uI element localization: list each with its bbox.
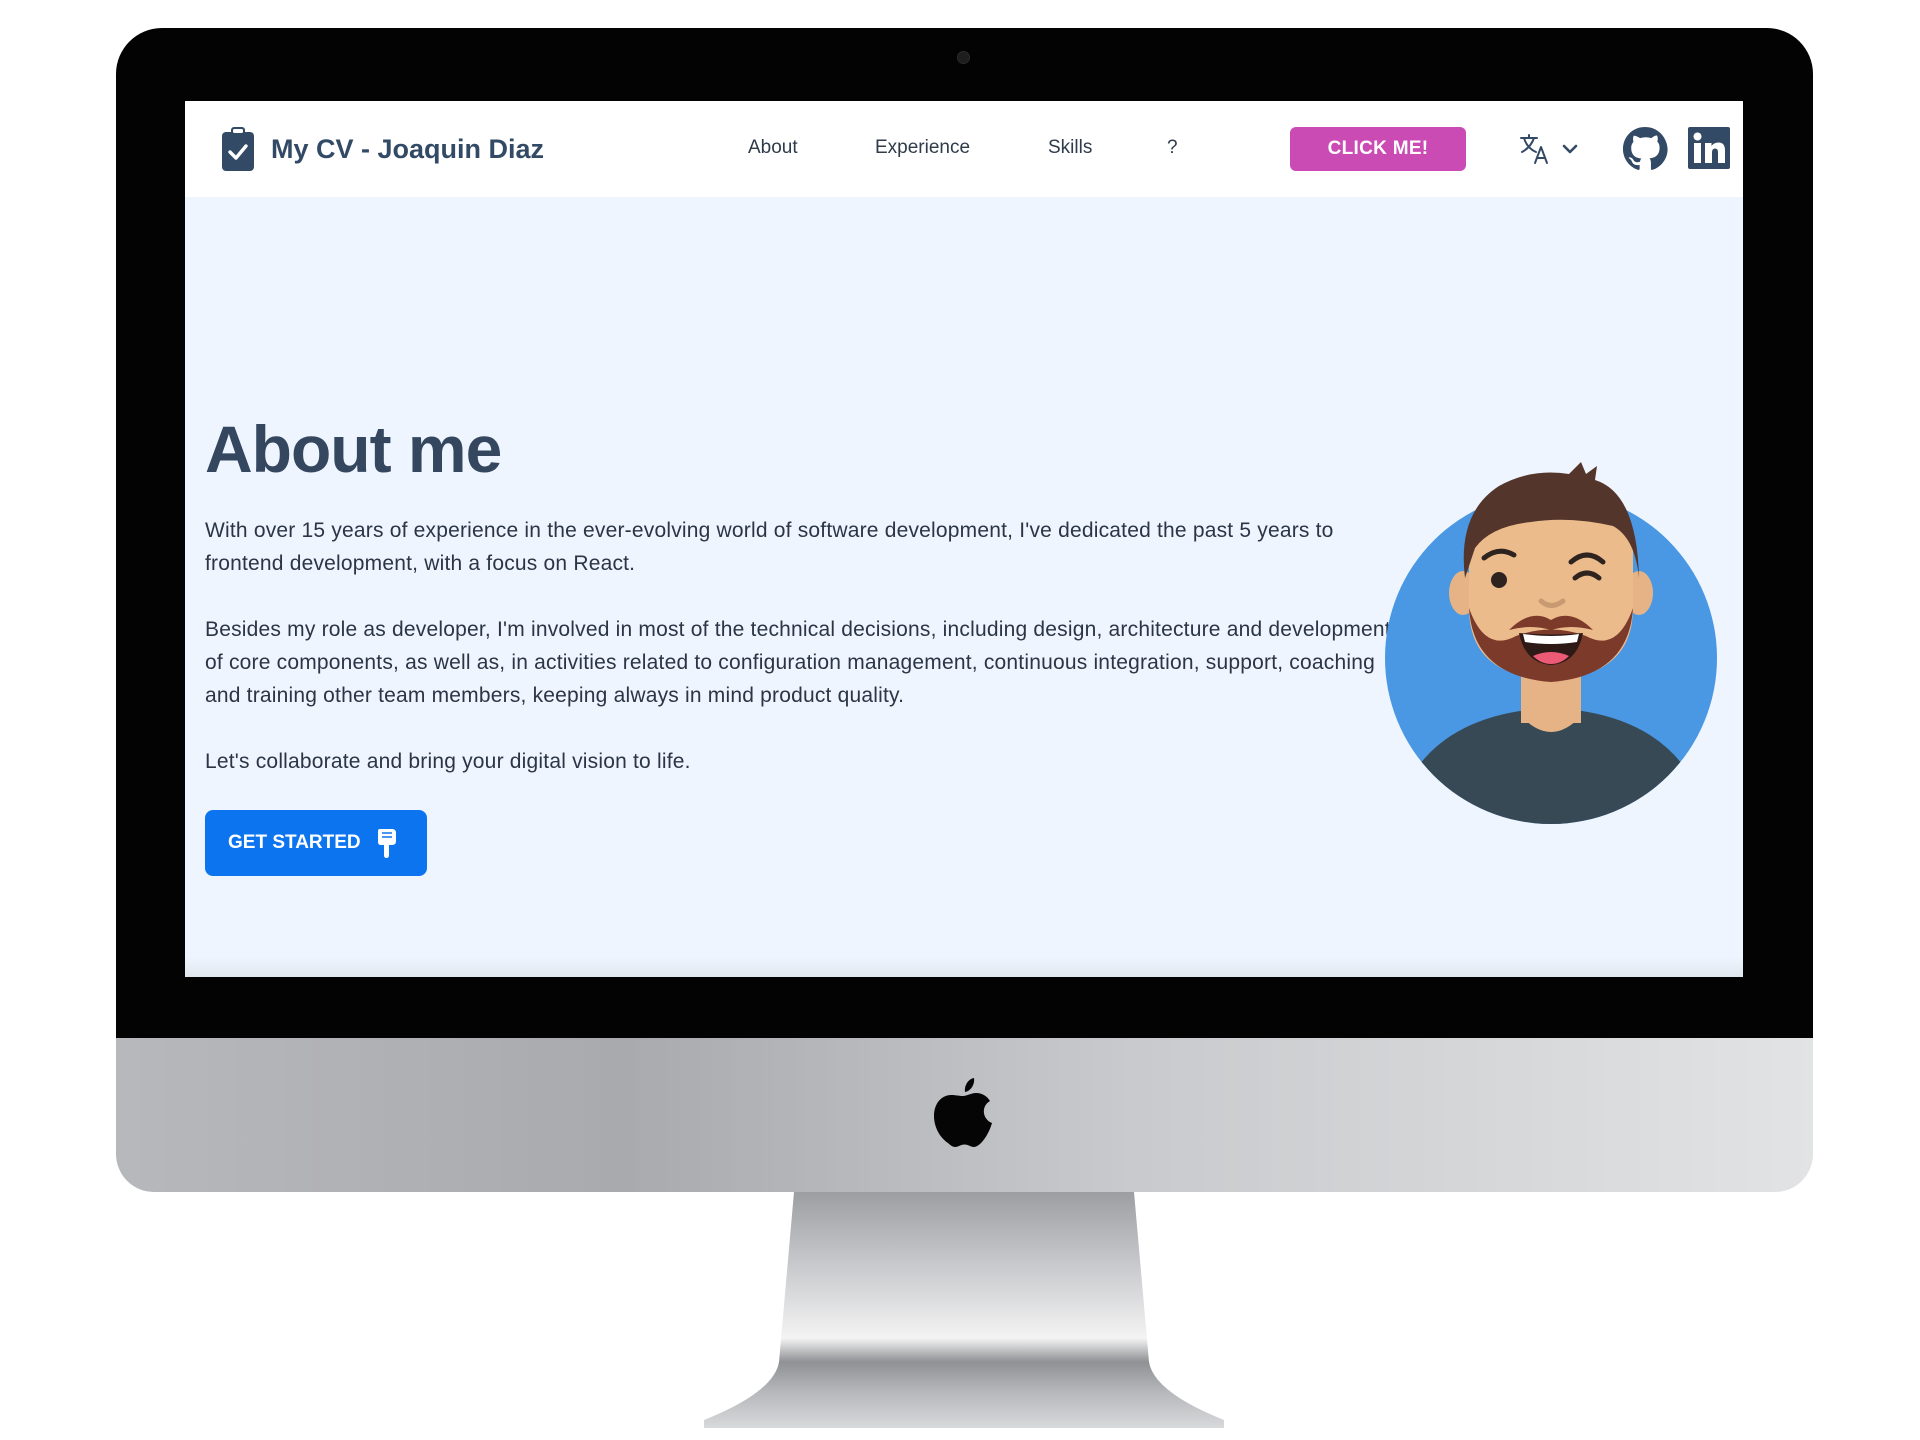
winking-avatar-icon (1385, 462, 1717, 824)
nav-link-question[interactable]: ? (1167, 137, 1178, 159)
linkedin-icon[interactable] (1688, 127, 1730, 169)
about-paragraph-3: Let's collaborate and bring your digital… (205, 750, 691, 773)
top-navbar: My CV - Joaquin Diaz About Experience Sk… (185, 101, 1743, 197)
click-me-button[interactable]: CLICK ME! (1290, 127, 1466, 171)
github-icon[interactable] (1622, 126, 1668, 172)
browser-screen: My CV - Joaquin Diaz About Experience Sk… (185, 101, 1743, 977)
translate-icon (1520, 134, 1548, 164)
language-selector[interactable] (1518, 129, 1582, 169)
hand-pointing-down-icon (377, 829, 396, 858)
about-paragraph-1: With over 15 years of experience in the … (205, 519, 1334, 575)
nav-link-skills[interactable]: Skills (1048, 137, 1092, 159)
apple-logo-icon (934, 1078, 992, 1147)
nav-link-experience[interactable]: Experience (875, 137, 970, 159)
nav-link-about[interactable]: About (748, 137, 798, 159)
get-started-label: GET STARTED (228, 832, 361, 853)
footer-shadow (185, 957, 1743, 977)
nav-links: About Experience Skills ? (185, 101, 1743, 197)
camera-dot (957, 51, 970, 64)
imac-stand (704, 1192, 1224, 1428)
about-paragraph-2: Besides my role as developer, I'm involv… (205, 618, 1391, 707)
get-started-button[interactable]: GET STARTED (205, 810, 427, 876)
about-title: About me (205, 412, 502, 486)
chevron-down-icon (1562, 144, 1578, 154)
